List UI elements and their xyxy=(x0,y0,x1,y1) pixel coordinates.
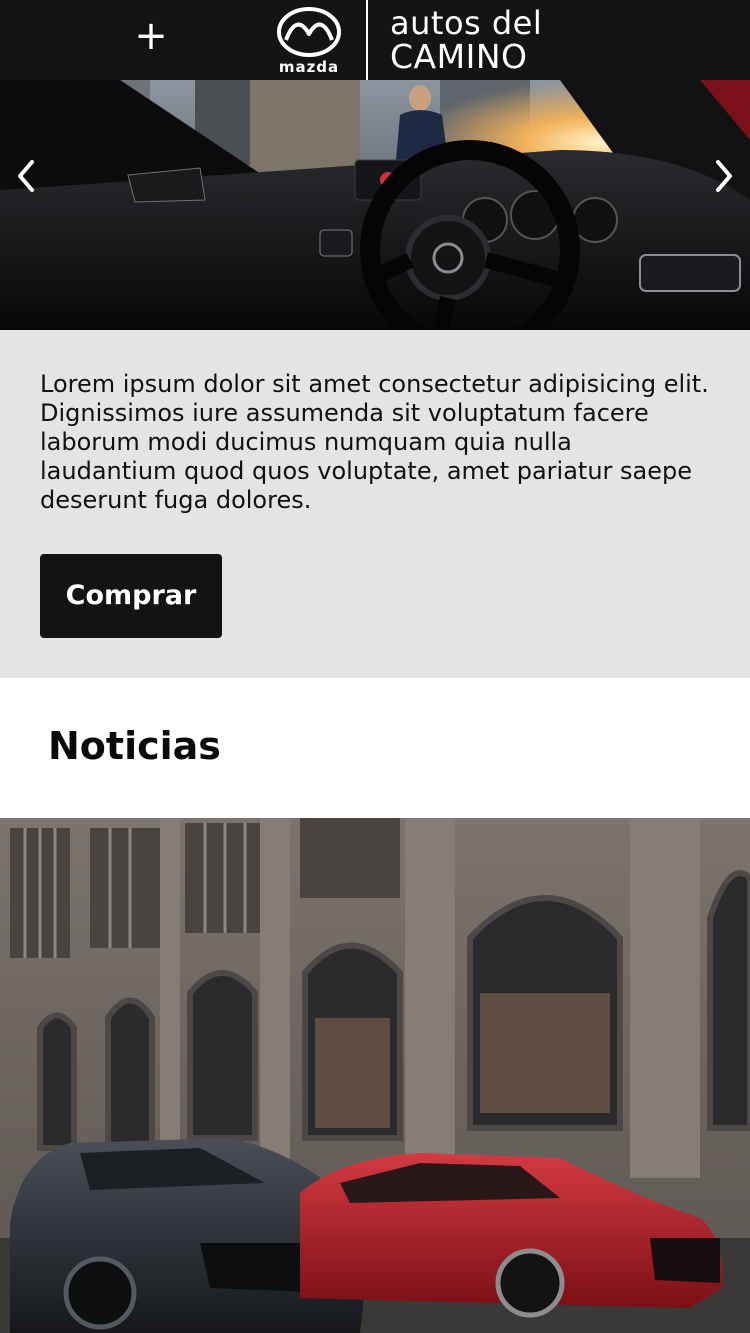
mazda-cars-building-photo xyxy=(0,818,750,1333)
hero-carousel xyxy=(0,80,750,330)
site-header: + mazda autos del CAMINO xyxy=(0,0,750,80)
plus-icon[interactable]: + xyxy=(134,14,168,58)
chevron-left-icon[interactable] xyxy=(8,156,44,196)
buy-button[interactable]: Comprar xyxy=(40,554,222,638)
news-heading: Noticias xyxy=(48,724,221,768)
mazda-wordmark: mazda xyxy=(279,58,339,76)
news-image[interactable] xyxy=(0,818,750,1333)
mazda-logo[interactable]: mazda xyxy=(270,4,348,76)
brand-line-2: CAMINO xyxy=(390,37,528,76)
brand-line-1: autos del xyxy=(390,4,543,42)
promo-text: Lorem ipsum dolor sit amet consectetur a… xyxy=(40,370,709,514)
dealer-brand[interactable]: autos del CAMINO xyxy=(390,6,542,74)
chevron-right-icon[interactable] xyxy=(706,156,742,196)
logo-divider xyxy=(366,0,368,80)
promo-panel: Lorem ipsum dolor sit amet consectetur a… xyxy=(0,330,750,678)
car-interior-photo xyxy=(0,80,750,330)
